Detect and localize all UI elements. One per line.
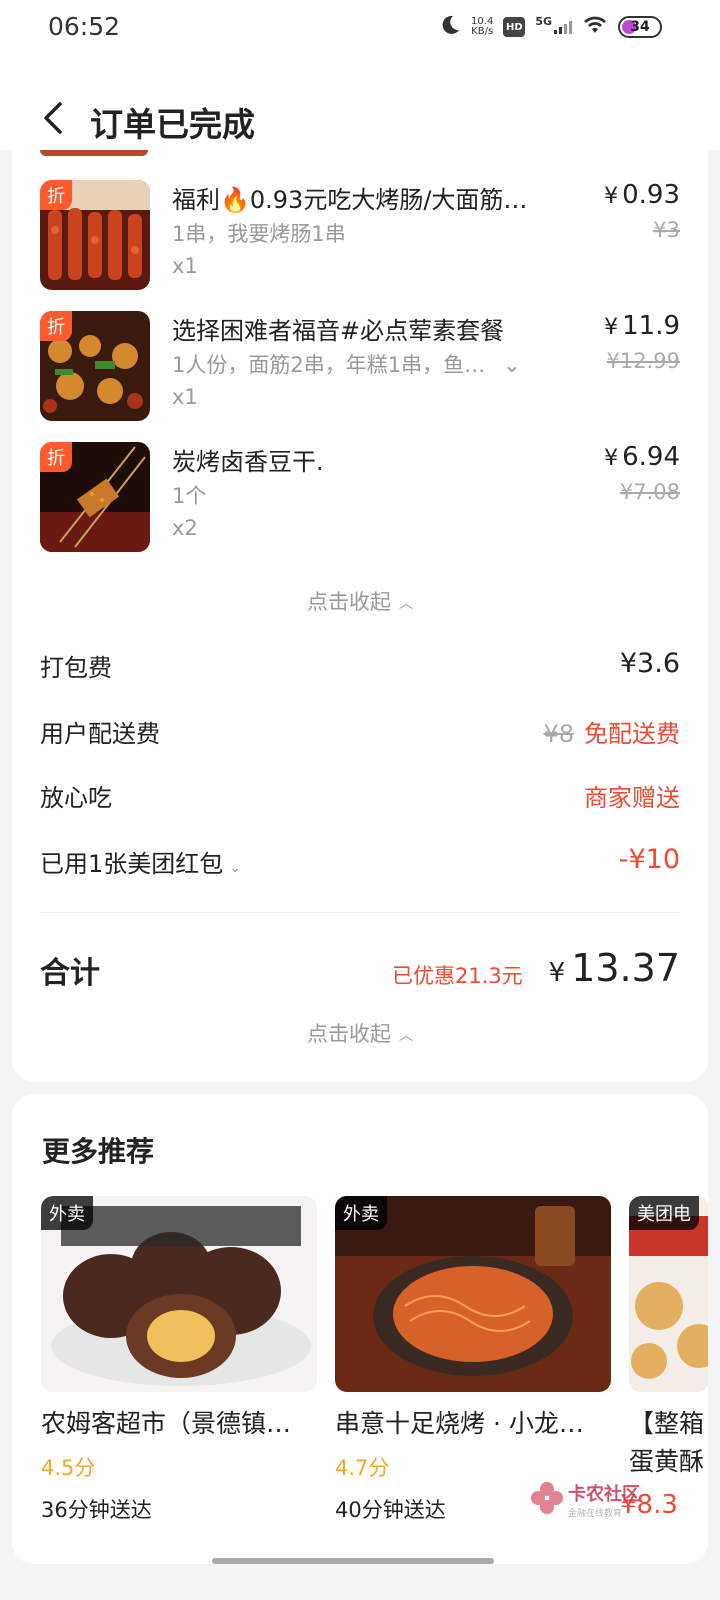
home-indicator[interactable] xyxy=(212,1558,494,1564)
section-title: 更多推荐 xyxy=(42,1135,155,1168)
order-detail-card: 折 福利🔥0.93元吃大烤肠/大面筋… 1串，我要烤肠1串 x1 ¥0.93 ¥… xyxy=(12,150,708,1082)
total-saved: 已优惠21.3元 xyxy=(392,964,523,988)
item-spec: 1串，我要烤肠1串 xyxy=(172,222,346,246)
recommend-image: 外卖 xyxy=(335,1196,611,1392)
discount-tag: 折 xyxy=(40,442,72,472)
recommend-score: 4.5分 xyxy=(41,1456,96,1480)
collapse-summary-button[interactable]: 点击收起 ︿ xyxy=(12,1018,708,1048)
chevron-down-icon: ⌄ xyxy=(229,860,242,876)
recommend-score: 4.7分 xyxy=(335,1456,390,1480)
recommend-delivery-time: 36分钟送达 xyxy=(41,1498,152,1522)
collapse-items-button[interactable]: 点击收起 ︿ xyxy=(12,586,708,616)
item-name: 福利🔥0.93元吃大烤肠/大面筋… xyxy=(172,186,528,214)
item-image: 折 xyxy=(40,311,150,421)
signal-icon xyxy=(554,20,572,34)
item-original-price: ¥12.99 xyxy=(606,349,680,373)
item-image: 折 xyxy=(40,442,150,552)
back-button[interactable] xyxy=(40,98,70,138)
delivery-fee-value: 免配送费 xyxy=(584,720,680,748)
hd-icon: HD xyxy=(503,17,526,37)
flower-icon xyxy=(530,1481,564,1519)
wifi-icon xyxy=(582,15,608,39)
order-item[interactable]: 折 选择困难者福音#必点荤素套餐 1人份，面筋2串，年糕1串，鱼… ⌄ x1 ¥1… xyxy=(12,311,708,421)
recommend-image: 美团电 xyxy=(629,1196,708,1392)
recommend-name: 串意十足烧烤 · 小龙… xyxy=(335,1409,584,1438)
delivery-fee-row: 用户配送费 ¥8 免配送费 xyxy=(40,720,680,748)
item-quantity: x2 xyxy=(172,516,198,540)
page-title: 订单已完成 xyxy=(90,105,255,144)
recommend-item[interactable]: 外卖 串意十足烧烤 · 小龙… 4.7分 40分钟送达 xyxy=(335,1196,611,1524)
recommend-tag: 美团电 xyxy=(629,1196,699,1230)
recommend-tag: 外卖 xyxy=(335,1196,387,1230)
status-time: 06:52 xyxy=(48,12,121,41)
discount-tag: 折 xyxy=(40,311,72,341)
coupon-row[interactable]: 已用1张美团红包 ⌄ -¥10 xyxy=(40,844,680,884)
recommend-item[interactable]: 美团电 【整箱 蛋黄酥 xyxy=(629,1196,708,1478)
order-item[interactable]: 折 炭烤卤香豆干. 1个 x2 ¥6.94 ¥7.08 xyxy=(12,442,708,552)
discount-tag: 折 xyxy=(40,180,72,210)
delivery-original-fee: ¥8 xyxy=(543,720,574,748)
recommend-name-line2: 蛋黄酥 xyxy=(629,1447,705,1476)
recommend-tag: 外卖 xyxy=(41,1196,93,1230)
assurance-row: 放心吃 商家赠送 xyxy=(40,784,680,812)
packing-fee-row: 打包费 ¥3.6 xyxy=(40,648,680,682)
chevron-left-icon xyxy=(40,98,70,138)
item-original-price: ¥7.08 xyxy=(619,480,680,504)
chevron-up-icon: ︿ xyxy=(399,1028,413,1044)
order-item[interactable]: 折 福利🔥0.93元吃大烤肠/大面筋… 1串，我要烤肠1串 x1 ¥0.93 ¥… xyxy=(12,180,708,290)
item-quantity: x1 xyxy=(172,385,198,409)
item-quantity: x1 xyxy=(172,254,198,278)
total-label: 合计 xyxy=(40,956,100,991)
recommend-image: 外卖 xyxy=(41,1196,317,1392)
battery-icon: 34 xyxy=(618,16,662,38)
watermark: 卡农社区 金融在线教育 xyxy=(530,1480,640,1519)
page-header: 订单已完成 xyxy=(0,58,720,150)
item-name: 选择困难者福音#必点荤素套餐 xyxy=(172,317,505,345)
total-amount: ¥13.37 xyxy=(548,946,680,990)
item-original-price: ¥3 xyxy=(653,218,680,242)
item-price: ¥6.94 xyxy=(604,442,680,472)
item-spec: 1个 xyxy=(172,484,207,508)
status-bar: 06:52 10.4 KB/s HD 5G 34 xyxy=(0,0,720,58)
chevron-up-icon: ︿ xyxy=(399,596,413,612)
item-price: ¥11.9 xyxy=(604,311,680,341)
network-speed: 10.4 KB/s xyxy=(471,16,494,37)
status-icons: 10.4 KB/s HD 5G 34 xyxy=(439,14,662,40)
divider xyxy=(40,912,680,913)
recommend-item[interactable]: 外卖 农姆客超市（景德镇… 4.5分 36分钟送达 xyxy=(41,1196,317,1524)
item-spec[interactable]: 1人份，面筋2串，年糕1串，鱼… ⌄ xyxy=(172,349,521,379)
previous-item-image-peek xyxy=(40,150,148,156)
moon-icon xyxy=(439,14,461,40)
item-name: 炭烤卤香豆干. xyxy=(172,448,324,476)
chevron-down-icon: ⌄ xyxy=(503,353,521,377)
network-type: 5G xyxy=(535,14,552,28)
item-price: ¥0.93 xyxy=(604,180,680,210)
recommend-name: 【整箱 xyxy=(629,1409,705,1438)
item-image: 折 xyxy=(40,180,150,290)
recommend-name: 农姆客超市（景德镇… xyxy=(41,1409,292,1438)
